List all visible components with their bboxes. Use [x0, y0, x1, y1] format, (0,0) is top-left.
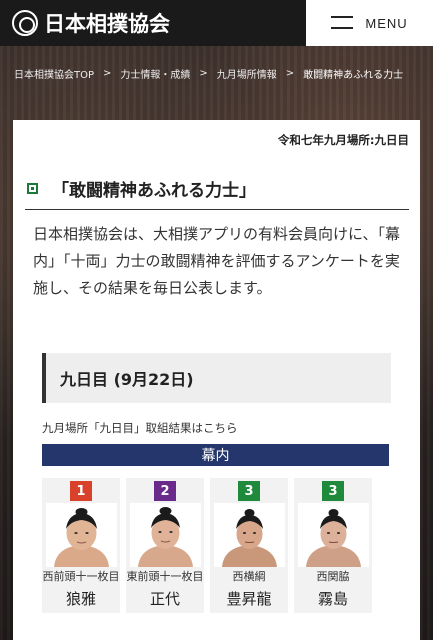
page-title: 「敢闘精神あふれる力士」	[52, 181, 256, 201]
rikishi-portrait	[129, 503, 201, 567]
day-heading: 九日目 (9月22日)	[60, 370, 194, 389]
rikishi-card[interactable]: 3 西横綱 豊昇龍	[210, 478, 288, 613]
breadcrumb: 日本相撲協会TOP > 力士情報・成績 > 九月場所情報 > 敢闘精神あふれる力…	[14, 66, 424, 81]
menu-label: MENU	[365, 15, 408, 31]
breadcrumb-top[interactable]: 日本相撲協会TOP	[14, 66, 94, 81]
rikishi-portrait	[213, 503, 285, 567]
breadcrumb-rikishi-info[interactable]: 力士情報・成績	[120, 66, 190, 81]
rikishi-rank-title: 西前頭十一枚目	[42, 570, 120, 583]
division-bar: 幕内	[42, 444, 389, 466]
rikishi-rank-title: 東前頭十一枚目	[126, 570, 204, 583]
rank-badge: 2	[154, 481, 176, 501]
site-logo[interactable]: 日本相撲協会	[0, 8, 170, 38]
basho-day-label: 令和七年九月場所:九日目	[277, 133, 409, 147]
logo-emblem-icon	[12, 10, 38, 36]
results-link[interactable]: 九月場所「九日目」取組結果はこちら	[42, 420, 238, 436]
breadcrumb-separator: >	[199, 68, 208, 79]
content-card: 令和七年九月場所:九日目 「敢闘精神あふれる力士」 日本相撲協会は、大相撲アプリ…	[13, 120, 420, 640]
breadcrumb-basho-info[interactable]: 九月場所情報	[217, 66, 277, 81]
rikishi-name: 正代	[149, 590, 180, 608]
logo-text: 日本相撲協会	[44, 11, 170, 36]
square-bullet-icon	[27, 183, 38, 194]
rikishi-card[interactable]: 2 東前頭十一枚目 正代	[126, 478, 204, 613]
rikishi-card[interactable]: 3 西関脇 霧島	[294, 478, 372, 613]
rikishi-portrait	[297, 503, 369, 567]
rank-badge: 3	[322, 481, 344, 501]
breadcrumb-separator: >	[285, 68, 295, 79]
rikishi-rank-title: 西関脇	[316, 570, 350, 583]
rank-badge: 1	[70, 481, 92, 501]
rikishi-list: 1 西前頭十一枚目 狼雅 2 東前頭十一枚目 正代 3 西横綱 豊昇龍 3 西関…	[42, 478, 372, 613]
menu-button[interactable]: MENU	[306, 0, 433, 46]
intro-text: 日本相撲協会は、大相撲アプリの有料会員向けに、「幕内」「十両」力士の敢闘精神を評…	[33, 225, 401, 297]
rikishi-card[interactable]: 1 西前頭十一枚目 狼雅	[42, 478, 120, 613]
rikishi-rank-title: 西横綱	[232, 570, 266, 583]
rikishi-portrait	[45, 503, 117, 567]
rikishi-name: 霧島	[317, 590, 348, 608]
site-header: 日本相撲協会 MENU	[0, 0, 433, 46]
section-title: 「敢闘精神あふれる力士」	[25, 176, 409, 210]
breadcrumb-separator: >	[103, 68, 112, 79]
rank-badge: 3	[238, 481, 260, 501]
breadcrumb-current: 敢闘精神あふれる力士	[303, 70, 404, 81]
rikishi-name: 狼雅	[65, 590, 96, 608]
day-heading-box: 九日目 (9月22日)	[42, 353, 391, 403]
rikishi-name: 豊昇龍	[226, 590, 272, 608]
hamburger-icon	[331, 16, 354, 30]
